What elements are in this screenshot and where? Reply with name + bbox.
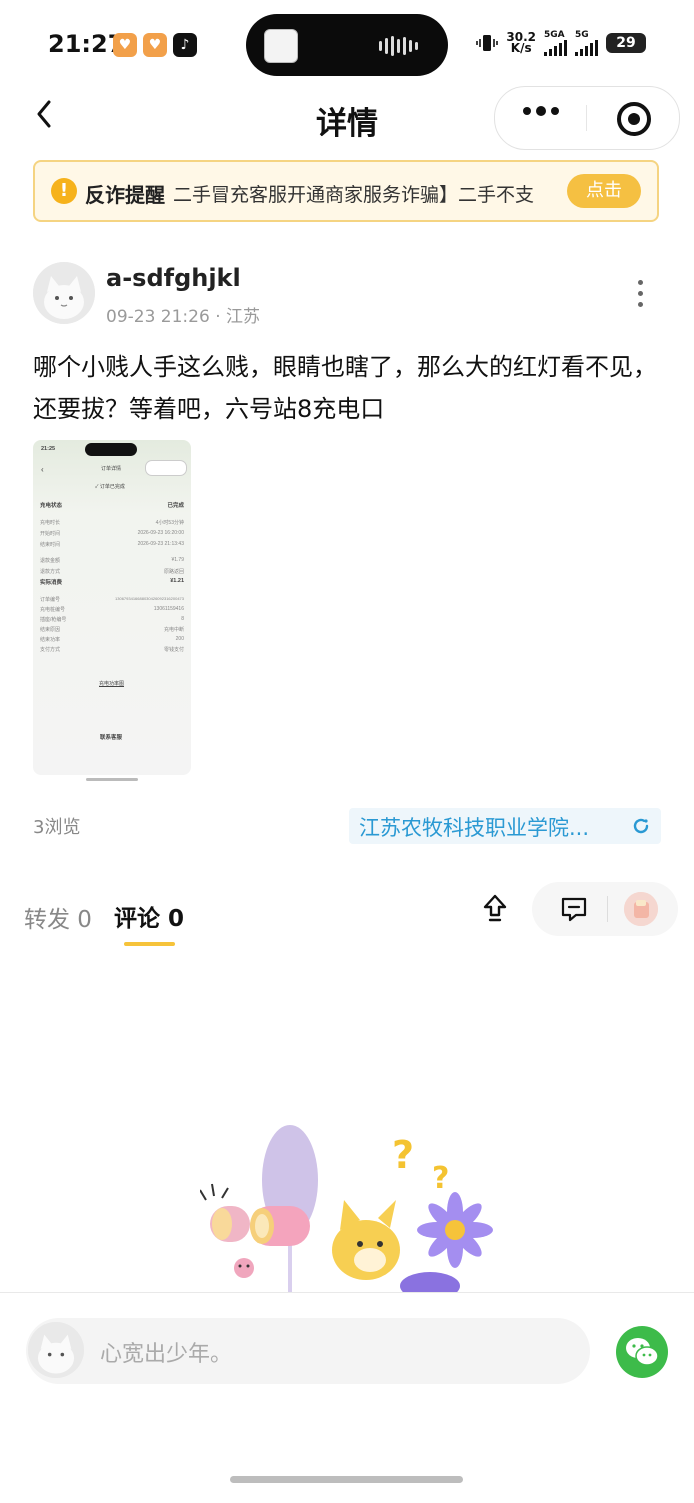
post-meta: 09-23 21:26 · 江苏 <box>106 302 260 327</box>
notification-icons: ♥ ♥ ♪ <box>113 33 197 57</box>
thumb-power-chart-link: 充电功率图 <box>99 681 125 687</box>
system-status: 30.2 K/s 5GA 5G 29 <box>476 30 646 56</box>
thumb-row-value: 2026-09-23 16:20:00 <box>137 530 184 536</box>
battery-icon: 29 <box>606 33 646 53</box>
post-more-icon[interactable] <box>638 280 643 307</box>
notice-label: 反诈提醒 <box>85 183 165 207</box>
thumb-row-value: 2026-09-23 21:13:43 <box>137 541 184 547</box>
post-location: 江苏 <box>226 307 261 327</box>
post-content: 哪个小贱人手这么贱，眼睛也瞎了，那么大的红灯看不见，还要拔？等着吧，六号站8充电… <box>33 353 657 423</box>
cat-avatar-icon <box>33 262 95 324</box>
thumb-row-label: 开始时间 <box>40 531 61 537</box>
active-tab-indicator <box>124 942 175 946</box>
thumb-capsule <box>145 460 187 476</box>
wechat-icon <box>626 1338 659 1366</box>
thumb-row-value: 4小时53分钟 <box>155 520 184 526</box>
user-avatar-icon <box>624 892 658 926</box>
svg-text:?: ? <box>432 1161 449 1196</box>
tab-forward[interactable]: 转发 0 <box>24 900 92 934</box>
share-icon[interactable] <box>481 893 509 923</box>
thumb-row-value: 充电中断 <box>163 627 184 633</box>
svg-text:?: ? <box>392 1133 414 1177</box>
post-username[interactable]: a-sdfghjkl <box>106 264 241 292</box>
warning-icon: ! <box>51 178 77 204</box>
app-notification-icon: ♥ <box>143 33 167 57</box>
signal-icon <box>575 40 598 56</box>
thumb-row-label: 结束原因 <box>40 627 61 633</box>
sim1-signal: 5GA <box>544 30 567 56</box>
thumb-time: 21:25 <box>41 446 56 452</box>
thumb-row-label: 支付方式 <box>40 647 61 653</box>
close-miniprogram-icon[interactable] <box>617 102 651 136</box>
thumb-row-label: 退款金额 <box>40 558 61 564</box>
network-speed: 30.2 K/s <box>506 30 536 55</box>
more-options-icon[interactable] <box>523 106 559 116</box>
audio-wave-icon <box>379 36 418 56</box>
thumb-row-label: 退款方式 <box>40 569 61 575</box>
anti-fraud-notice[interactable]: ! 反诈提醒 二手冒充客服开通商家服务诈骗】二手不支 点击 <box>33 160 659 222</box>
signal-icon <box>544 40 567 56</box>
home-indicator[interactable] <box>230 1476 463 1483</box>
thumb-order-status: ✓ 订单已完成 <box>95 484 125 490</box>
app-notification-icon: ♥ <box>113 33 137 57</box>
sim2-signal: 5G <box>575 30 598 56</box>
thumb-row-label: 充电桩编号 <box>40 607 66 613</box>
thumb-row-value: 零钱支付 <box>163 647 184 653</box>
island-thumbnail <box>264 29 298 63</box>
comment-input[interactable]: 心宽出少年。 <box>26 1318 590 1384</box>
avatar[interactable] <box>33 262 95 324</box>
post-image[interactable]: 21:25 ‹ 订单详情 ✓ 订单已完成 充电状态 已完成 充电时长 4小时53… <box>33 440 191 775</box>
view-count: 3浏览 <box>33 817 81 838</box>
thumb-actual-value: ¥1.21 <box>170 578 184 584</box>
empty-comments-illustration: ? ? <box>200 1125 493 1292</box>
mini-program-capsule <box>494 86 680 150</box>
refresh-icon <box>633 818 649 834</box>
thumb-island <box>85 443 137 456</box>
thumb-row-label: 结束时间 <box>40 542 61 548</box>
thumb-row-label: 结束功率 <box>40 637 61 643</box>
meta-separator: · <box>215 307 221 327</box>
thumb-row-value: 200 <box>175 636 184 642</box>
school-tag-label: 江苏农牧科技职业学院... <box>359 816 590 840</box>
avatar[interactable] <box>624 892 658 926</box>
thumb-row-label: 充电时长 <box>40 520 61 526</box>
image-indicator <box>86 778 138 781</box>
wechat-share-button[interactable] <box>616 1326 668 1378</box>
thumb-service-text: 联系客服 <box>100 735 123 741</box>
thumb-charge-value: 已完成 <box>167 503 184 509</box>
notice-text: 二手冒充客服开通商家服务诈骗】二手不支 <box>173 184 535 206</box>
thumb-row-value: ¥1.79 <box>171 557 184 563</box>
thumb-row-value: 原路返回 <box>163 569 184 575</box>
thumb-charge-label: 充电状态 <box>40 503 63 509</box>
thumb-row-value: 1306793416688030426092316200473 <box>115 596 184 601</box>
thumb-row-value: 8 <box>181 616 184 622</box>
comment-placeholder: 心宽出少年。 <box>100 1342 233 1367</box>
thumb-row-value: 13061159416 <box>153 606 184 612</box>
vibrate-icon <box>476 35 499 51</box>
thumb-actual-label: 实际消费 <box>40 580 63 586</box>
action-pill <box>532 882 678 936</box>
thumb-row-label: 插座/枪编号 <box>40 617 67 623</box>
pill-divider <box>607 896 608 922</box>
tab-comment[interactable]: 评论 0 <box>114 899 184 933</box>
cat-avatar-icon <box>28 1322 84 1378</box>
thumb-back-icon: ‹ <box>41 465 44 474</box>
tiktok-icon: ♪ <box>173 33 197 57</box>
dynamic-island[interactable] <box>246 14 448 76</box>
thumb-row-label: 订单编号 <box>40 597 61 603</box>
school-tag[interactable]: 江苏农牧科技职业学院... <box>349 808 661 844</box>
capsule-divider <box>586 105 587 131</box>
post-time: 09-23 21:26 <box>106 307 210 327</box>
avatar <box>28 1322 84 1378</box>
comment-icon[interactable] <box>560 896 588 922</box>
thumb-title: 订单详情 <box>101 466 122 472</box>
notice-click-button[interactable]: 点击 <box>567 174 641 208</box>
